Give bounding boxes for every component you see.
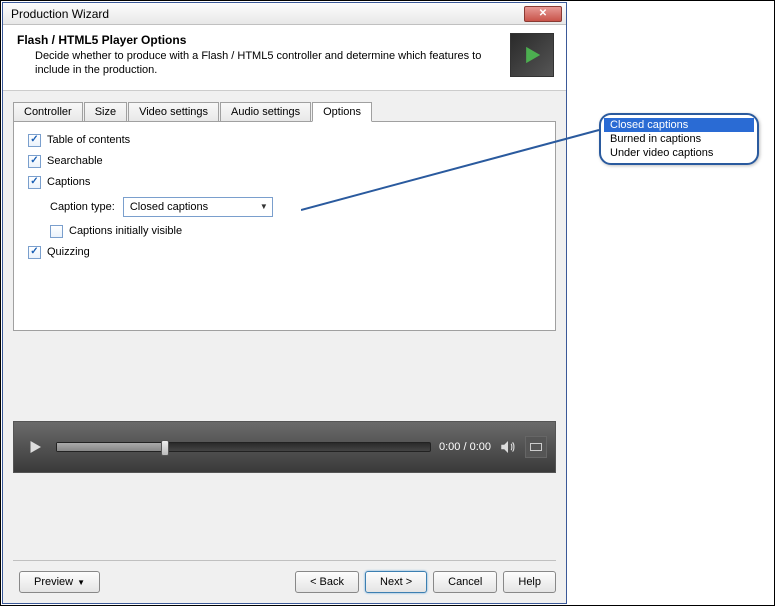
label-quizzing: Quizzing (47, 246, 90, 258)
dropdown-option-closed-captions[interactable]: Closed captions (604, 118, 754, 132)
tab-options[interactable]: Options (312, 102, 372, 122)
checkbox-captions-initially-visible[interactable] (50, 225, 63, 238)
back-button[interactable]: < Back (295, 571, 359, 593)
progress-track[interactable] (56, 442, 431, 452)
help-button-label: Help (518, 576, 541, 588)
dropdown-option-under-video-captions[interactable]: Under video captions (604, 146, 754, 160)
time-display: 0:00 / 0:00 (439, 441, 491, 453)
tab-size[interactable]: Size (84, 102, 127, 122)
chevron-down-icon: ▼ (77, 578, 85, 587)
progress-filled (57, 443, 161, 451)
fullscreen-icon (530, 443, 542, 451)
footer: Preview ▼ < Back Next > Cancel Help (13, 560, 556, 593)
next-button-label: Next > (380, 576, 412, 588)
label-caption-type: Caption type: (50, 201, 115, 213)
label-captions: Captions (47, 176, 90, 188)
label-captions-initially-visible: Captions initially visible (69, 225, 182, 237)
checkbox-toc[interactable] (28, 134, 41, 147)
chevron-down-icon: ▼ (260, 202, 268, 211)
checkbox-quizzing[interactable] (28, 246, 41, 259)
header-text: Flash / HTML5 Player Options Decide whet… (17, 33, 510, 78)
video-player-preview: 0:00 / 0:00 (13, 421, 556, 473)
dropdown-options-callout: Closed captions Burned in captions Under… (599, 113, 759, 165)
label-searchable: Searchable (47, 155, 103, 167)
window-title: Production Wizard (11, 7, 109, 21)
back-button-label: < Back (310, 576, 344, 588)
tab-video-settings[interactable]: Video settings (128, 102, 219, 122)
header-description: Decide whether to produce with a Flash /… (17, 49, 500, 78)
checkbox-captions[interactable] (28, 176, 41, 189)
preview-button-label: Preview (34, 576, 73, 588)
header-title: Flash / HTML5 Player Options (17, 33, 500, 47)
dropdown-caption-type[interactable]: Closed captions ▼ (123, 197, 273, 217)
production-wizard-dialog: Production Wizard ✕ Flash / HTML5 Player… (2, 2, 567, 604)
header-icon (510, 33, 554, 77)
titlebar: Production Wizard ✕ (3, 3, 566, 25)
dropdown-caption-type-value: Closed captions (130, 201, 208, 213)
checkbox-searchable[interactable] (28, 155, 41, 168)
close-button[interactable]: ✕ (524, 6, 562, 22)
close-icon: ✕ (539, 8, 547, 19)
preview-button[interactable]: Preview ▼ (19, 571, 100, 593)
label-toc: Table of contents (47, 134, 130, 146)
tab-panel-options: Table of contents Searchable Captions Ca… (13, 121, 556, 331)
cancel-button[interactable]: Cancel (433, 571, 497, 593)
help-button[interactable]: Help (503, 571, 556, 593)
content-area: Controller Size Video settings Audio set… (3, 91, 566, 331)
tab-controller[interactable]: Controller (13, 102, 83, 122)
volume-icon[interactable] (499, 438, 517, 456)
header-panel: Flash / HTML5 Player Options Decide whet… (3, 25, 566, 91)
dropdown-option-burned-in-captions[interactable]: Burned in captions (604, 132, 754, 146)
progress-thumb[interactable] (161, 440, 169, 456)
fullscreen-button[interactable] (525, 436, 547, 458)
cancel-button-label: Cancel (448, 576, 482, 588)
tab-audio-settings[interactable]: Audio settings (220, 102, 311, 122)
tabstrip: Controller Size Video settings Audio set… (13, 102, 556, 122)
play-button[interactable] (22, 434, 48, 460)
next-button[interactable]: Next > (365, 571, 427, 593)
